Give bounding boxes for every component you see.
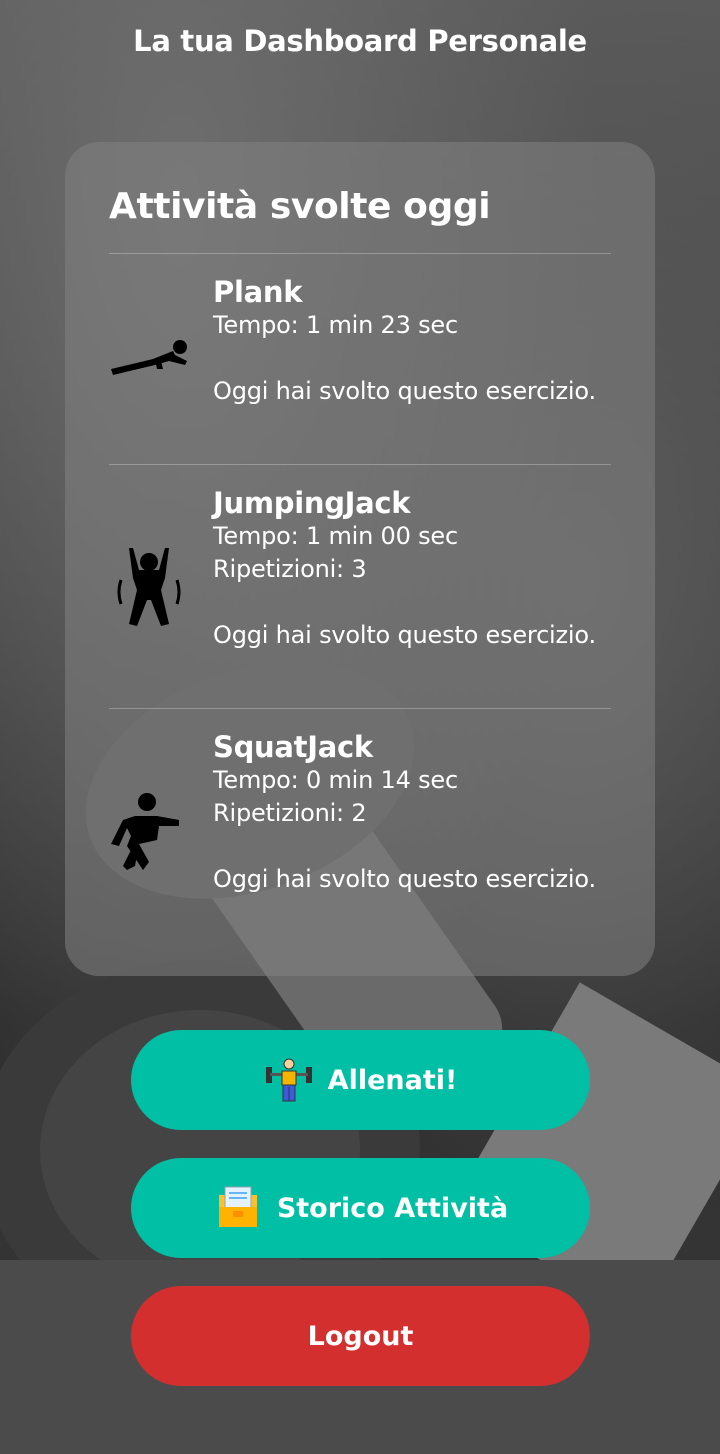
activity-name: Plank [213,275,303,309]
divider [109,708,611,709]
train-button[interactable]: Allenati! [131,1030,590,1130]
activity-name: SquatJack [213,730,373,764]
file-folder-icon [213,1183,263,1233]
activity-name: JumpingJack [213,486,411,520]
divider [109,253,611,254]
activity-reps: Ripetizioni: 3 [213,555,367,583]
weightlifter-icon [264,1055,314,1105]
squat-icon [109,790,191,878]
logout-button-label: Logout [307,1320,414,1352]
activity-time: Tempo: 1 min 23 sec [213,311,458,339]
activities-card: Attività svolte oggi Plank Tempo: 1 min … [65,142,655,976]
activity-note: Oggi hai svolto questo esercizio. [213,865,596,893]
history-button[interactable]: Storico Attività [131,1158,590,1258]
logout-button[interactable]: Logout [131,1286,590,1386]
jumping-jack-icon [109,544,191,632]
activity-reps: Ripetizioni: 2 [213,799,367,827]
activities-heading: Attività svolte oggi [109,186,491,227]
activity-note: Oggi hai svolto questo esercizio. [213,621,596,649]
divider [109,464,611,465]
plank-icon [109,339,191,379]
train-button-label: Allenati! [327,1064,458,1096]
page-title: La tua Dashboard Personale [133,24,587,58]
activity-time: Tempo: 0 min 14 sec [213,766,458,794]
activity-note: Oggi hai svolto questo esercizio. [213,377,596,405]
history-button-label: Storico Attività [276,1192,509,1224]
activity-time: Tempo: 1 min 00 sec [213,522,458,550]
